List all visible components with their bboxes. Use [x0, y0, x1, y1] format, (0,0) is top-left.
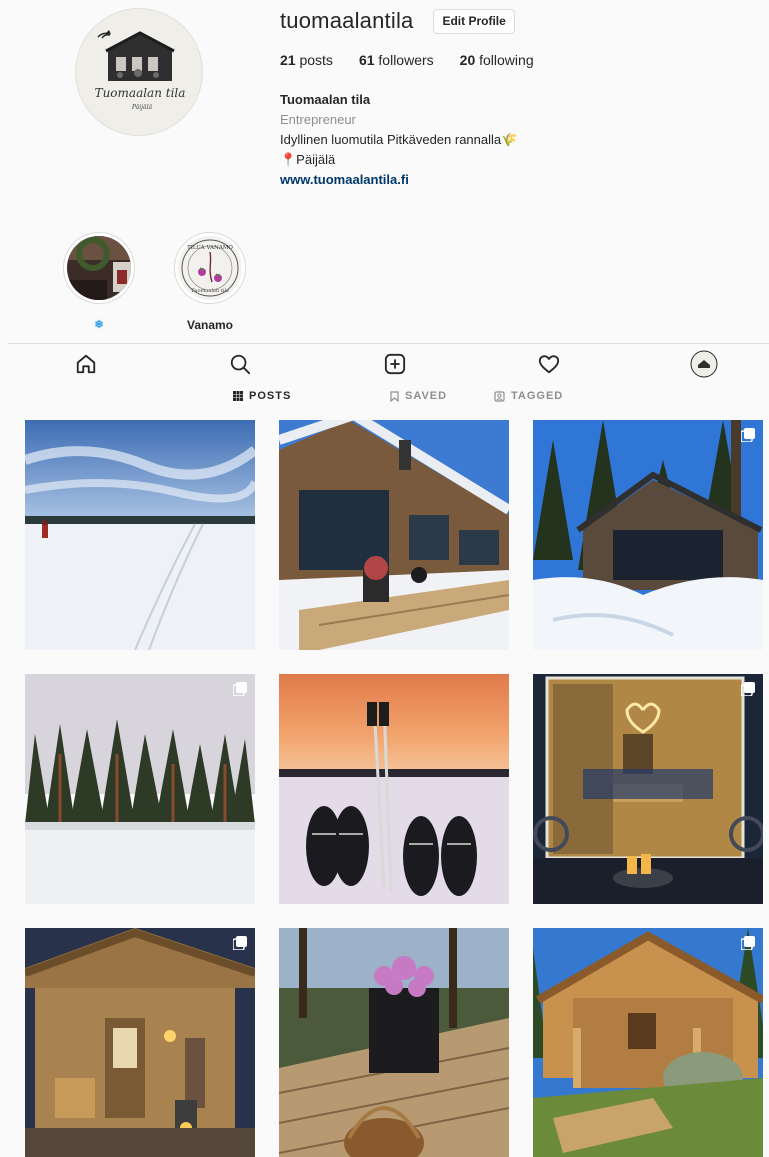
post-log-cabin[interactable] [533, 928, 763, 1157]
search-icon[interactable] [228, 352, 252, 376]
profile-avatar-logo[interactable]: Tuomaalan tila Päijälä [75, 8, 203, 136]
multiple-photos-icon [741, 428, 755, 442]
highlight-vanamo[interactable]: TILUA VANAMO Tuomaalan tila Vanamo [173, 232, 247, 332]
grid-icon [233, 391, 243, 401]
posts-label: posts [299, 52, 333, 68]
post-flower-pot-deck[interactable] [279, 928, 509, 1157]
posts-stat: 21 posts [280, 52, 333, 68]
highlight-ring-text: TILUA VANAMO [187, 245, 233, 251]
display-name: Tuomaalan tila [280, 92, 371, 107]
followers-label: followers [378, 52, 434, 68]
tab-saved-label: SAVED [405, 390, 448, 402]
website-link[interactable]: www.tuomaalantila.fi [280, 170, 517, 190]
post-sauna-porch[interactable] [25, 928, 255, 1157]
username: tuomaalantila [280, 8, 414, 33]
tab-tagged[interactable]: TAGGED [494, 390, 563, 402]
highlight-ring-subtext: Tuomaalan tila [191, 288, 229, 294]
logo-subtext: Päijälä [131, 104, 153, 111]
multiple-photos-icon [741, 936, 755, 950]
highlight-snowflake[interactable]: ❄ [62, 232, 136, 331]
post-window-dining-room[interactable] [533, 674, 763, 904]
followers-count: 61 [358, 52, 375, 68]
tab-saved[interactable]: SAVED [390, 390, 447, 402]
profile-tabs: POSTS SAVED TAGGED [0, 390, 769, 406]
bookmark-icon [390, 390, 399, 402]
farm-logo-icon: Tuomaalan tila Päijälä [95, 30, 186, 111]
post-wooden-house[interactable] [279, 420, 509, 650]
profile-avatar-icon[interactable] [690, 350, 718, 378]
highlight-ring [63, 232, 135, 304]
followers-stat[interactable]: 61 followers [359, 52, 434, 68]
highlight-ring: TILUA VANAMO Tuomaalan tila [174, 232, 246, 304]
post-forest-island[interactable] [25, 674, 255, 904]
multiple-photos-icon [233, 936, 247, 950]
tab-tagged-label: TAGGED [511, 390, 564, 402]
location-text: 📍Päijälä [280, 152, 336, 167]
section-divider [8, 343, 769, 344]
category-label: Entrepreneur [280, 112, 356, 127]
edit-profile-button[interactable]: Edit Profile [433, 8, 515, 34]
post-frozen-lake[interactable] [25, 420, 255, 650]
multiple-photos-icon [233, 682, 247, 696]
highlight-cover [67, 236, 131, 300]
profile-stats: 21 posts 61 followers 20 following [280, 52, 560, 68]
home-icon[interactable] [74, 352, 98, 376]
posts-count: 21 [280, 52, 296, 68]
tab-posts-label: POSTS [249, 390, 292, 402]
post-house-snow-forest[interactable] [533, 420, 763, 650]
bio-text: Idyllinen luomutila Pitkäveden rannalla🌾 [280, 132, 518, 147]
following-label: following [479, 52, 534, 68]
following-count: 20 [459, 52, 476, 68]
highlight-label-snowflake: ❄ [94, 319, 104, 331]
logo-text: Tuomaalan tila [95, 86, 186, 100]
new-post-icon[interactable] [383, 352, 407, 376]
tab-posts[interactable]: POSTS [233, 390, 291, 402]
multiple-photos-icon [741, 682, 755, 696]
following-stat[interactable]: 20 following [460, 52, 534, 68]
heart-icon[interactable] [537, 352, 561, 376]
highlight-label-vanamo: Vanamo [186, 318, 234, 332]
tag-icon [494, 390, 505, 402]
highlight-cover: TILUA VANAMO Tuomaalan tila [178, 236, 242, 300]
profile-bio: Tuomaalan tila Entrepreneur Idyllinen lu… [280, 90, 517, 190]
post-snowshoes-sunset[interactable] [279, 674, 509, 904]
